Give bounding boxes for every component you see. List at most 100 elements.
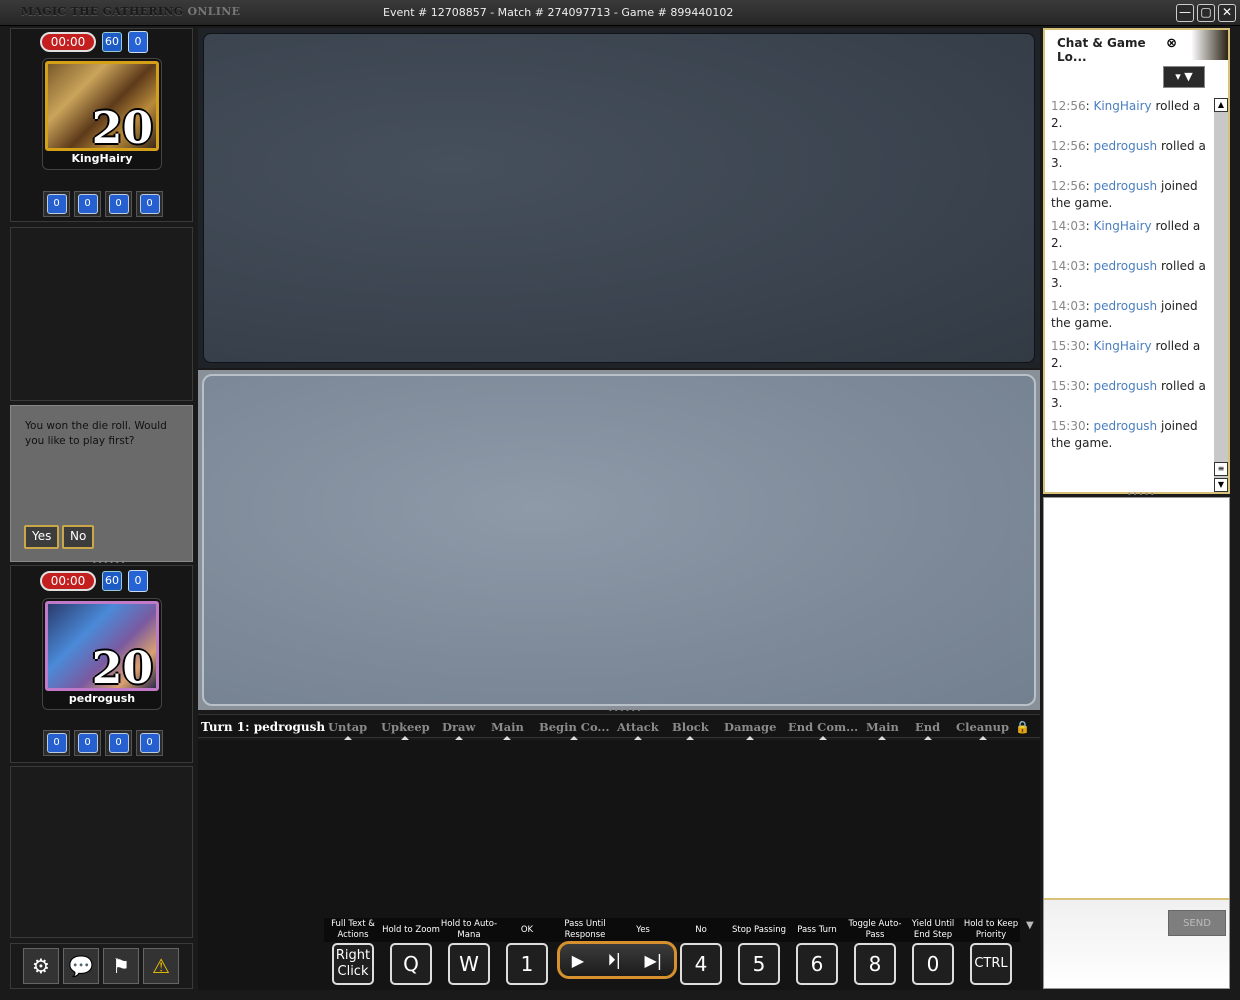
turn-label: Turn 1: pedrogush [201, 720, 326, 734]
chat-entry: 15:30: KingHairy rolled a 2. [1051, 339, 1201, 370]
prompt-text: You won the die roll. Would you like to … [25, 420, 167, 447]
hotkey-yes[interactable]: Yes [614, 918, 672, 942]
tab-chat-game-log[interactable]: Chat & Game Lo... ⊗ [1049, 30, 1179, 64]
hotkey-keep-priority[interactable]: Hold to Keep Priority CTRL [962, 918, 1020, 985]
phase-draw[interactable]: Draw [442, 720, 475, 740]
warning-icon[interactable]: ⚠ [143, 948, 179, 984]
hotkey-toggle-auto-pass[interactable]: Toggle Auto-Pass 8 [846, 918, 904, 985]
scroll-down-icon[interactable]: ▼ [1214, 478, 1228, 492]
chat-tab-bar: Chat & Game Lo... ⊗ [1045, 30, 1228, 64]
phase-bar: Turn 1: pedrogush Untap Upkeep Draw Main… [198, 714, 1040, 740]
chat-scrollbar[interactable]: ▲ ≡ ▼ [1214, 98, 1228, 492]
opponent-exile-counter[interactable]: 0 [105, 191, 132, 217]
hotkey-auto-mana[interactable]: Hold to Auto-Mana W [440, 918, 498, 985]
die-roll-prompt: You won the die roll. Would you like to … [10, 405, 193, 562]
player-stats: 00:00 60 0 [40, 570, 148, 592]
hotkey-full-text[interactable]: Full Text & Actions Right Click [324, 918, 382, 985]
settings-gear-icon[interactable]: ⚙ [23, 948, 59, 984]
chat-lower-pane: SEND [1043, 497, 1230, 989]
phase-damage[interactable]: Damage [724, 720, 776, 740]
chat-entry: 14:03: pedrogush rolled a 3. [1051, 259, 1206, 290]
title-bar: MAGIC THE GATHERING ONLINE Event # 12708… [0, 0, 1240, 26]
step-forward-icon[interactable]: ⏵| [608, 950, 621, 970]
player-command-counter[interactable]: 0 [136, 730, 163, 756]
phase-end-combat[interactable]: End Com... [788, 720, 858, 740]
phase-untap[interactable]: Untap [328, 720, 367, 740]
opponent-zone-counters: 0 0 0 0 [43, 191, 163, 217]
yes-button[interactable]: Yes [24, 525, 60, 549]
player-life-total: 20 [91, 643, 153, 694]
player-library-count[interactable]: 0 [128, 570, 148, 592]
chat-input[interactable]: SEND [1044, 898, 1229, 988]
hotkey-yield-until-end-step[interactable]: Yield Until End Step 0 [904, 918, 962, 985]
chat-filter-dropdown[interactable]: ▾ ▼ [1163, 66, 1205, 88]
opponent-battlefield-surface [203, 33, 1035, 363]
close-tab-icon[interactable]: ⊗ [1166, 36, 1177, 51]
opponent-graveyard-counter[interactable]: 0 [74, 191, 101, 217]
app-title-main: MAGIC THE GATHERING [21, 5, 184, 18]
phase-cleanup[interactable]: Cleanup [956, 720, 1009, 740]
opponent-hand-counter[interactable]: 0 [43, 191, 70, 217]
player-hand-counter[interactable]: 0 [43, 730, 70, 756]
concede-flag-icon[interactable]: ⚑ [103, 948, 139, 984]
phase-block[interactable]: Block [672, 720, 709, 740]
opponent-stats: 00:00 60 0 [40, 31, 148, 53]
chat-panel: Chat & Game Lo... ⊗ ▾ ▼ 12:56: KingHairy… [1043, 28, 1230, 494]
priority-controls: ▶ ⏵| ▶| [557, 941, 677, 979]
chat-entry: 15:30: pedrogush rolled a 3. [1051, 379, 1206, 410]
bottom-toolbar: ⚙ 💬 ⚑ ⚠ [10, 943, 193, 989]
event-match-game-info: Event # 12708857 - Match # 274097713 - G… [383, 6, 734, 19]
hotkey-ok[interactable]: OK 1 [498, 918, 556, 985]
chat-entry: 12:56: KingHairy rolled a 2. [1051, 99, 1201, 130]
player-battlefield[interactable] [198, 370, 1040, 710]
player-deck-count[interactable]: 60 [102, 571, 122, 591]
opponent-life-total: 20 [91, 103, 153, 154]
chat-entry: 12:56: pedrogush joined the game. [1051, 179, 1198, 210]
minimize-button[interactable]: — [1176, 4, 1194, 22]
phase-begin-combat[interactable]: Begin Co... [539, 720, 609, 740]
opponent-avatar[interactable]: 20 KingHairy [42, 58, 162, 170]
lock-icon[interactable]: 🔒 [1015, 720, 1030, 734]
hotkeys-expand-icon[interactable]: ▼ [1026, 920, 1034, 931]
phase-upkeep[interactable]: Upkeep [381, 720, 430, 740]
player-battlefield-surface [202, 374, 1036, 706]
player-name: pedrogush [68, 692, 136, 705]
no-button[interactable]: No [62, 525, 95, 549]
opponent-battlefield[interactable] [198, 28, 1040, 368]
hotkey-zoom[interactable]: Hold to Zoom Q [382, 918, 440, 985]
chat-log: 12:56: KingHairy rolled a 2. 12:56: pedr… [1051, 98, 1209, 492]
maximize-button[interactable]: ▢ [1197, 4, 1215, 22]
chat-entry: 14:03: KingHairy rolled a 2. [1051, 219, 1201, 250]
phase-attack[interactable]: Attack [617, 720, 659, 740]
chat-bubble-icon[interactable]: 💬 [63, 948, 99, 984]
opponent-name: KingHairy [71, 152, 133, 165]
opponent-command-counter[interactable]: 0 [136, 191, 163, 217]
send-button[interactable]: SEND [1168, 910, 1226, 936]
skip-to-end-icon[interactable]: ▶| [645, 951, 663, 970]
play-icon[interactable]: ▶ [572, 951, 584, 970]
opponent-info-area [10, 227, 193, 401]
hotkey-pass-until-response[interactable]: Pass Until Response [556, 918, 614, 942]
phase-main-1[interactable]: Main [491, 720, 524, 740]
phase-main-2[interactable]: Main [866, 720, 899, 740]
scroll-up-icon[interactable]: ▲ [1214, 98, 1228, 112]
player-avatar[interactable]: 20 pedrogush [42, 598, 162, 710]
player-timer: 00:00 [40, 571, 96, 591]
phase-end[interactable]: End [915, 720, 940, 740]
hotkey-stop-passing[interactable]: Stop Passing 5 [730, 918, 788, 985]
hotkey-pass-turn[interactable]: Pass Turn 6 [788, 918, 846, 985]
chat-entry: 15:30: pedrogush joined the game. [1051, 419, 1198, 450]
hotkey-no[interactable]: No 4 [672, 918, 730, 985]
opponent-timer: 00:00 [40, 32, 96, 52]
chat-entry: 14:03: pedrogush joined the game. [1051, 299, 1198, 330]
player-zone-counters: 0 0 0 0 [43, 730, 163, 756]
chat-entry: 12:56: pedrogush rolled a 3. [1051, 139, 1206, 170]
player-exile-counter[interactable]: 0 [105, 730, 132, 756]
opponent-deck-count[interactable]: 60 [102, 32, 122, 52]
player-graveyard-counter[interactable]: 0 [74, 730, 101, 756]
player-info-area [10, 766, 193, 938]
app-title-suffix: ONLINE [187, 5, 241, 18]
opponent-library-count[interactable]: 0 [128, 31, 148, 53]
scroll-thumb[interactable]: ≡ [1214, 462, 1228, 476]
close-button[interactable]: ✕ [1218, 4, 1236, 22]
